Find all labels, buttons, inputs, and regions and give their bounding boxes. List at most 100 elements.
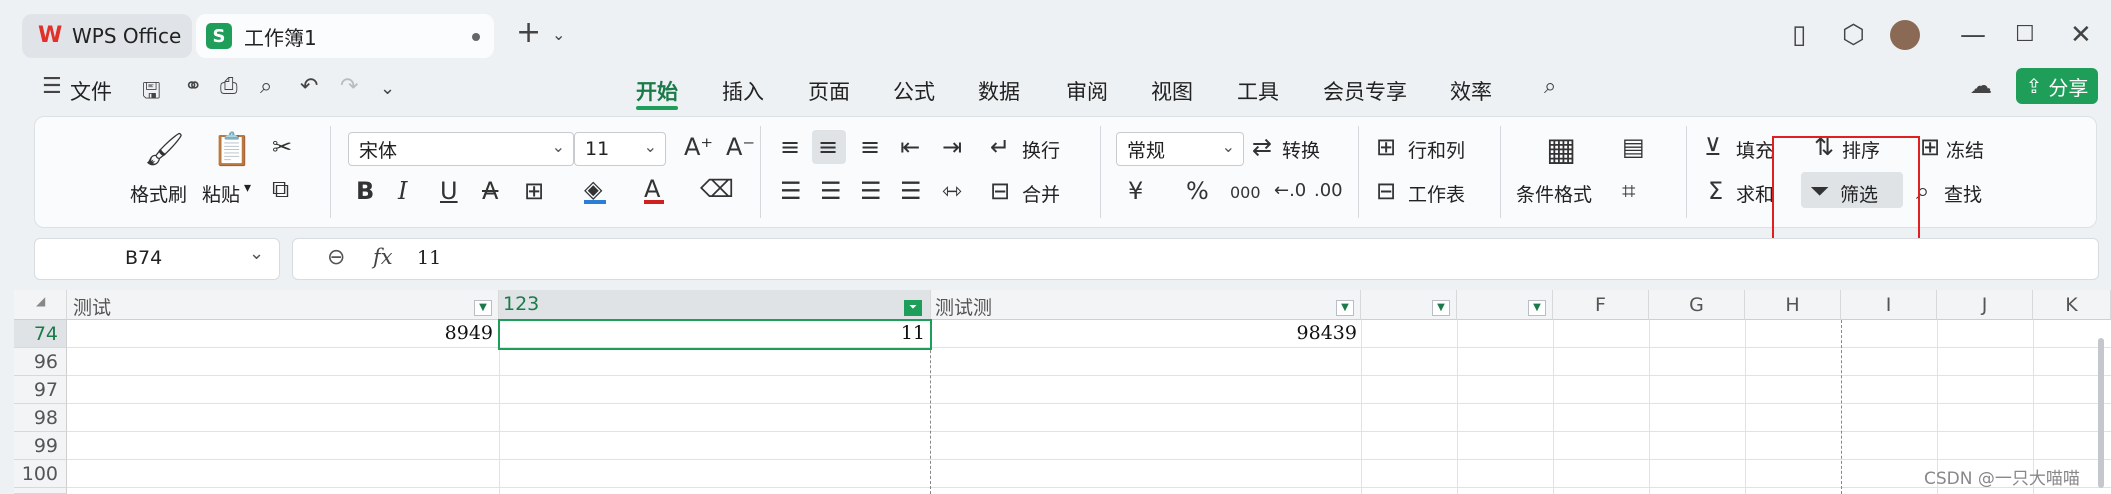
number-format-select[interactable]: 常规 ⌄ <box>1116 132 1244 166</box>
avatar[interactable] <box>1890 20 1920 50</box>
row-header[interactable]: 100 <box>14 460 67 488</box>
function-icon[interactable]: fx <box>373 245 393 269</box>
filter-dropdown-icon[interactable]: ▼ <box>474 300 492 316</box>
sum-icon[interactable]: Σ <box>1708 178 1723 204</box>
close-icon[interactable]: ✕ <box>2070 20 2092 50</box>
indent-increase-icon[interactable]: ⇥ <box>942 134 962 160</box>
scrollbar-thumb[interactable] <box>2098 338 2104 488</box>
border-icon[interactable]: ⊞ <box>524 178 544 204</box>
print-preview-icon[interactable]: ⌕ <box>260 74 272 99</box>
name-box[interactable]: B74 ⌄ <box>34 238 280 280</box>
cell-b74[interactable]: 11 <box>499 322 925 344</box>
minimize-icon[interactable]: — <box>1960 20 1986 50</box>
save-icon[interactable]: 🖫 <box>142 74 161 112</box>
share-link-icon[interactable]: ⚭ <box>184 74 202 99</box>
menu-formula[interactable]: 公式 <box>893 76 935 106</box>
filter-active-icon[interactable]: ⏷ <box>904 300 922 316</box>
freeze-icon[interactable]: ⊞ <box>1920 134 1940 160</box>
menu-file[interactable]: 文件 <box>70 76 112 106</box>
increase-decimal-icon[interactable]: ←.0 <box>1274 178 1306 204</box>
cell-style-icon[interactable]: ▤ <box>1622 134 1645 160</box>
worksheet-icon[interactable]: ⊟ <box>1376 178 1396 204</box>
column-header-f[interactable]: F <box>1553 290 1649 320</box>
underline-icon[interactable]: U <box>440 178 458 204</box>
column-header-a[interactable]: 测试 <box>67 290 499 320</box>
row-header[interactable]: 97 <box>14 376 67 404</box>
chevron-down-icon[interactable]: ⌄ <box>552 20 565 50</box>
column-header-b[interactable]: 123 <box>499 290 931 320</box>
decrease-font-icon[interactable]: A⁻ <box>726 134 755 160</box>
print-icon[interactable]: ⎙ <box>220 74 238 99</box>
decrease-decimal-icon[interactable]: .00 <box>1314 178 1343 204</box>
thousands-icon[interactable]: 000 <box>1230 180 1261 206</box>
maximize-icon[interactable]: ☐ <box>2015 20 2035 50</box>
currency-icon[interactable]: ¥ <box>1128 178 1143 204</box>
italic-icon[interactable]: I <box>398 178 407 204</box>
cloud-icon[interactable]: ☁ <box>1970 74 1992 99</box>
conditional-format-label[interactable]: 条件格式 <box>1516 180 1592 207</box>
wrap-text-label[interactable]: 换行 <box>1022 136 1060 163</box>
align-top-icon[interactable]: ≡ <box>780 134 800 160</box>
merge-icon[interactable]: ⊟ <box>990 178 1010 204</box>
column-header-k[interactable]: K <box>2033 290 2111 320</box>
formula-bar[interactable]: ⊖ fx 11 <box>292 238 2099 280</box>
rows-cols-icon[interactable]: ⊞ <box>1376 134 1396 160</box>
cell-c74[interactable]: 98439 <box>931 322 1357 344</box>
chevron-down-icon[interactable]: ⌄ <box>380 78 395 99</box>
layout-icon[interactable]: ▯ <box>1792 20 1806 50</box>
align-middle-icon[interactable]: ≡ <box>818 134 838 160</box>
share-button[interactable]: ⇪ 分享 <box>2016 68 2098 104</box>
column-header-h[interactable]: H <box>1745 290 1841 320</box>
fill-color-icon[interactable]: ◈ <box>584 176 602 202</box>
menu-home[interactable]: 开始 <box>636 76 678 106</box>
menu-tools[interactable]: 工具 <box>1237 76 1279 106</box>
cut-icon[interactable]: ✂ <box>272 134 292 160</box>
merge-label[interactable]: 合并 <box>1022 180 1060 207</box>
align-bottom-icon[interactable]: ≡ <box>860 134 880 160</box>
select-all-corner[interactable]: ◢ <box>14 290 67 320</box>
column-header-c[interactable]: 测试测 <box>931 290 1361 320</box>
align-right-icon[interactable]: ☰ <box>860 178 882 204</box>
convert-icon[interactable]: ⇄ <box>1252 134 1272 160</box>
conditional-format-icon[interactable]: ▦ <box>1546 130 1576 168</box>
menu-data[interactable]: 数据 <box>978 76 1020 106</box>
row-header[interactable]: 96 <box>14 348 67 376</box>
column-header-i[interactable]: I <box>1841 290 1937 320</box>
tab-wps-office[interactable]: W WPS Office <box>22 14 192 58</box>
column-header-j[interactable]: J <box>1937 290 2033 320</box>
paste-label[interactable]: 粘贴 <box>202 180 240 207</box>
wrap-text-icon[interactable]: ↵ <box>990 134 1010 160</box>
font-size-select[interactable]: 11 ⌄ <box>574 132 666 166</box>
distributed-icon[interactable]: ⇿ <box>942 178 962 204</box>
copy-icon[interactable]: ⧉ <box>272 176 289 202</box>
align-left-icon[interactable]: ☰ <box>780 178 802 204</box>
font-color-icon[interactable]: A <box>644 176 660 202</box>
row-header[interactable]: 99 <box>14 432 67 460</box>
vertical-scrollbar[interactable] <box>2096 330 2106 490</box>
menu-efficiency[interactable]: 效率 <box>1450 76 1492 106</box>
row-header[interactable]: 74 <box>14 320 67 348</box>
row-header[interactable] <box>14 488 67 494</box>
cube-icon[interactable]: ⬡ <box>1842 20 1865 50</box>
percent-icon[interactable]: % <box>1186 178 1209 204</box>
fill-icon[interactable]: ⊻ <box>1704 134 1722 160</box>
undo-icon[interactable]: ↶ <box>300 74 318 99</box>
font-name-select[interactable]: 宋体 ⌄ <box>348 132 574 166</box>
rows-cols-label[interactable]: 行和列 <box>1408 136 1465 163</box>
format-painter-icon[interactable]: 🖌 <box>144 130 185 168</box>
worksheet-label[interactable]: 工作表 <box>1408 180 1465 207</box>
new-tab-button[interactable]: + <box>516 18 541 48</box>
fill-label[interactable]: 填充 <box>1736 136 1774 163</box>
menu-member[interactable]: 会员专享 <box>1323 76 1407 106</box>
convert-label[interactable]: 转换 <box>1282 136 1320 163</box>
increase-font-icon[interactable]: A⁺ <box>684 134 713 160</box>
chevron-down-icon[interactable]: ▾ <box>244 180 251 196</box>
clear-format-icon[interactable]: ⌫ <box>700 176 734 202</box>
format-painter-label[interactable]: 格式刷 <box>130 180 187 207</box>
menu-review[interactable]: 审阅 <box>1066 76 1108 106</box>
filter-dropdown-icon[interactable]: ▼ <box>1432 300 1450 316</box>
justify-icon[interactable]: ☰ <box>900 178 922 204</box>
paste-icon[interactable]: 📋 <box>212 130 252 168</box>
menu-view[interactable]: 视图 <box>1151 76 1193 106</box>
menu-insert[interactable]: 插入 <box>722 76 764 106</box>
